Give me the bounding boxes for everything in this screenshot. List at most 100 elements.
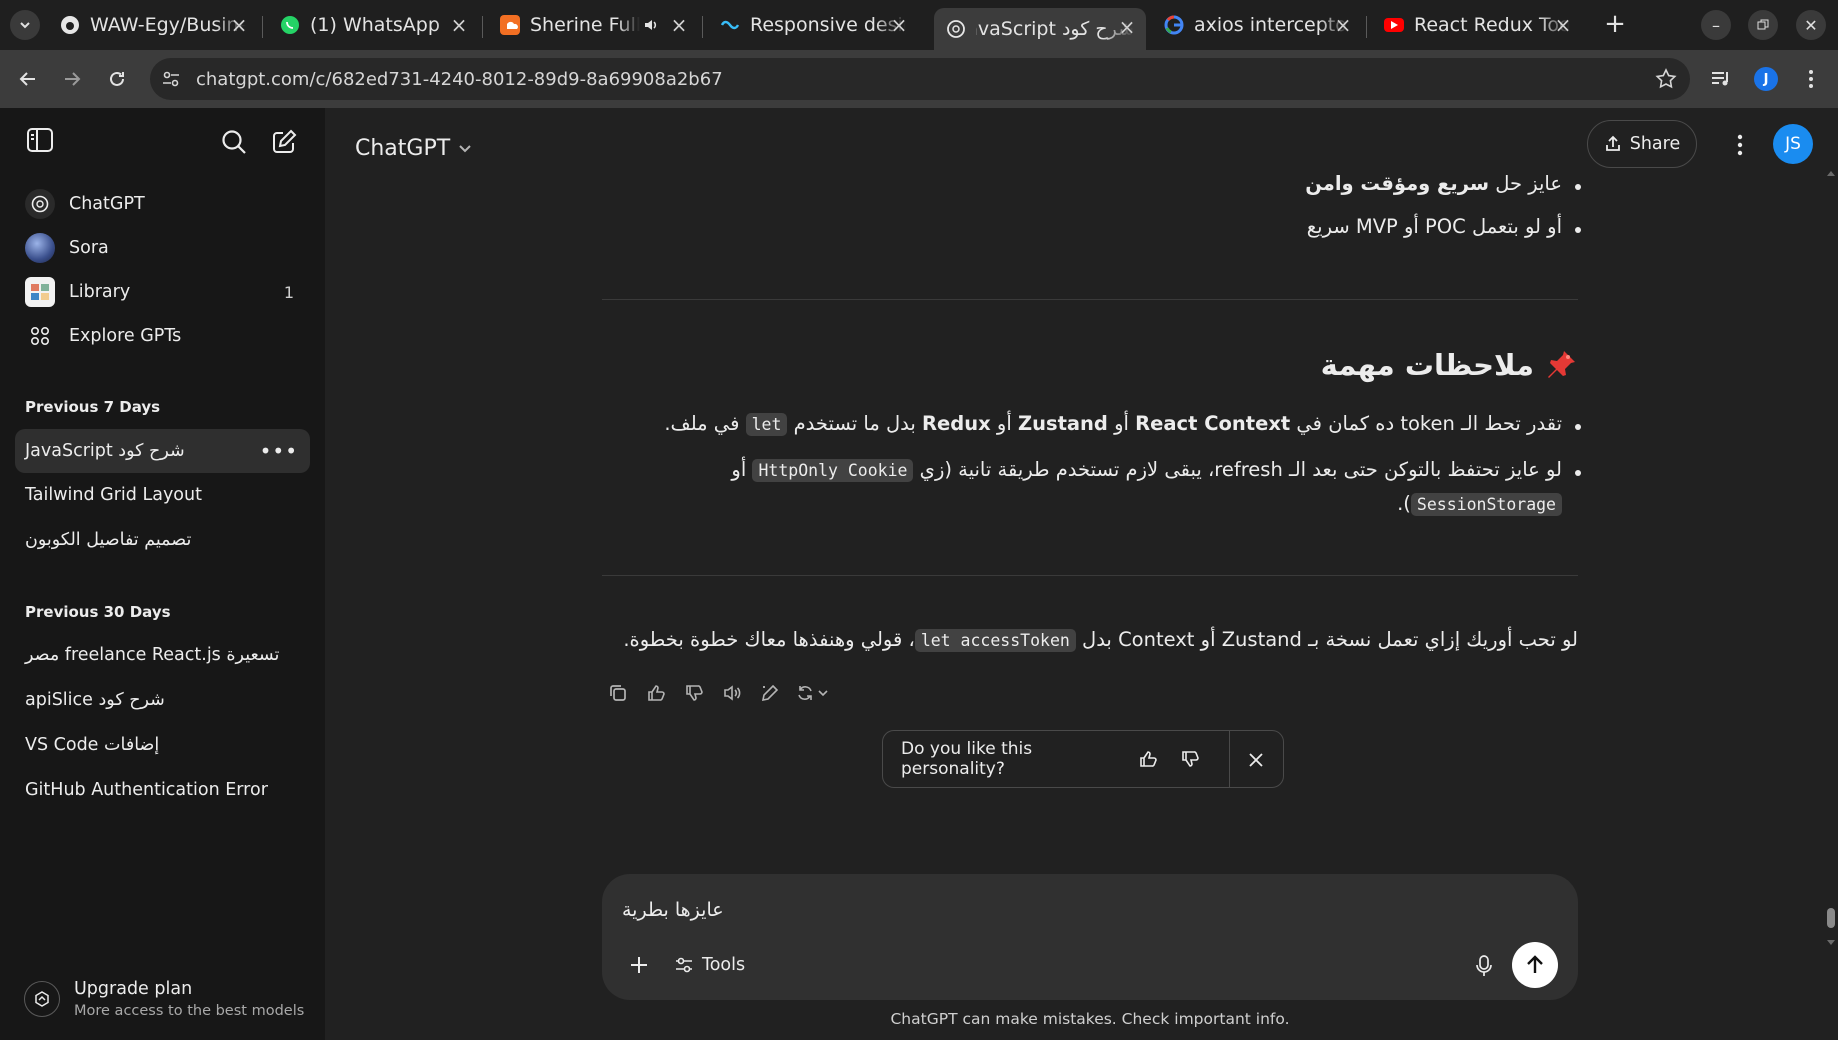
chat-history-item[interactable]: GitHub Authentication Error [15, 768, 310, 812]
toggle-sidebar-button[interactable] [24, 124, 56, 156]
chat-title: شرح كود JavaScript [25, 441, 185, 461]
thumbs-up-icon[interactable] [1133, 744, 1163, 774]
speaker-audio-icon[interactable] [642, 16, 660, 34]
message-bullet-1: عايز حل سريع ومؤقت وامن [1305, 172, 1562, 195]
inline-code: let accessToken [914, 629, 1076, 652]
forward-button[interactable] [57, 64, 87, 94]
add-attachment-button[interactable] [624, 950, 654, 980]
conversation-menu-button[interactable] [1725, 130, 1755, 160]
whatsapp-icon [280, 15, 300, 35]
message-composer: Tools [602, 874, 1578, 1000]
new-tab-button[interactable]: + [1598, 8, 1632, 42]
media-control-button[interactable] [1706, 64, 1736, 94]
back-button[interactable] [13, 64, 43, 94]
close-tab-icon[interactable]: × [1554, 15, 1572, 35]
new-chat-button[interactable] [268, 126, 300, 158]
chat-history-item[interactable]: شرح كود apiSlice [15, 678, 310, 722]
note-2-line-1: لو عايز تحتفظ بالتوكن حتى بعد الـ refres… [731, 458, 1562, 482]
reload-button[interactable] [102, 64, 132, 94]
section-heading: ملاحظات مهمة [1321, 348, 1578, 382]
soundcloud-icon [500, 15, 520, 35]
upgrade-icon [24, 981, 60, 1017]
upgrade-subtitle: More access to the best models [74, 1003, 305, 1019]
browser-tab[interactable]: WAW-Egy/Business × [48, 6, 258, 44]
chat-history-item[interactable]: تصميم تفاصيل الكوبون [15, 518, 310, 562]
sidebar-item-label: Library [69, 282, 131, 302]
chat-title: تصميم تفاصيل الكوبون [25, 530, 192, 550]
inline-code: let [745, 413, 788, 436]
send-button[interactable] [1512, 942, 1558, 988]
close-icon[interactable] [1241, 745, 1271, 775]
tab-separator [1366, 16, 1367, 38]
close-tab-icon[interactable]: × [890, 15, 908, 35]
sidebar-item-explore-gpts[interactable]: Explore GPTs [12, 314, 310, 358]
bullet-point [1575, 424, 1581, 430]
tab-title: (1) WhatsApp [310, 14, 440, 36]
tab-title: React Redux Toolkit [1414, 14, 1570, 36]
chat-history-item[interactable]: تسعيرة freelance React.js مصر [15, 633, 310, 677]
divider [602, 575, 1578, 576]
user-avatar[interactable]: JS [1773, 124, 1813, 164]
microphone-icon[interactable] [1470, 952, 1498, 980]
browser-tab[interactable]: React Redux Toolkit × [1372, 6, 1582, 44]
google-icon [1164, 15, 1184, 35]
tools-button[interactable]: Tools [674, 950, 745, 980]
close-tab-icon[interactable]: × [450, 15, 468, 35]
close-tab-icon[interactable]: × [670, 15, 688, 35]
close-tab-icon[interactable]: × [230, 15, 248, 35]
copy-icon[interactable] [602, 678, 634, 708]
search-chats-button[interactable] [218, 126, 250, 158]
search-icon [222, 130, 246, 154]
model-selector[interactable]: ChatGPT [355, 130, 472, 166]
read-aloud-icon[interactable] [716, 678, 748, 708]
close-tab-icon[interactable]: × [1118, 17, 1136, 37]
upgrade-title: Upgrade plan [74, 979, 193, 999]
sidebar-item-sora[interactable]: Sora [12, 226, 310, 270]
thumbs-up-icon[interactable] [640, 678, 672, 708]
chat-history-item[interactable]: Tailwind Grid Layout [15, 473, 310, 517]
thumbs-down-icon[interactable] [678, 678, 710, 708]
profile-button[interactable]: J [1751, 64, 1781, 94]
upgrade-plan-button[interactable]: Upgrade plan More access to the best mod… [12, 968, 310, 1030]
note-1: تقدر تحط الـ token ده كمان في React Cont… [664, 412, 1562, 436]
tab-title: Responsive design [750, 14, 906, 36]
bullet-point [1575, 470, 1581, 476]
chat-history-item[interactable]: شرح كود JavaScript ••• [15, 429, 310, 473]
bookmark-star-icon[interactable] [1654, 67, 1678, 91]
browser-tab[interactable]: axios interceptors × [1152, 6, 1362, 44]
arrow-right-icon [65, 72, 81, 86]
restore-window-button[interactable] [1748, 10, 1778, 40]
sidebar-item-library[interactable]: Library 1 [12, 270, 310, 314]
chat-title: شرح كود apiSlice [25, 690, 165, 710]
minimize-window-button[interactable]: – [1701, 10, 1731, 40]
model-name: ChatGPT [355, 135, 451, 161]
browser-tab-bar: WAW-Egy/Business × (1) WhatsApp × Sherin… [0, 0, 1838, 50]
personality-feedback-card: Do you like this personality? [882, 730, 1284, 788]
tab-search-button[interactable] [10, 10, 40, 40]
sidebar-item-chatgpt[interactable]: ChatGPT [12, 182, 310, 226]
close-window-button[interactable]: ✕ [1796, 10, 1826, 40]
browser-menu-button[interactable] [1796, 64, 1826, 94]
browser-tab-active[interactable]: شرح كود JavaScript × [934, 8, 1146, 50]
browser-tab[interactable]: (1) WhatsApp × [268, 6, 478, 44]
arrow-up-icon [1527, 955, 1543, 973]
inline-code: SessionStorage [1410, 493, 1562, 516]
share-button[interactable]: Share [1587, 120, 1697, 168]
sidebar-item-label: Sora [69, 238, 109, 258]
regenerate-icon[interactable] [792, 678, 836, 708]
scrollbar[interactable] [1824, 156, 1838, 986]
feedback-question: Do you like this personality? [901, 739, 1033, 779]
chat-options-icon[interactable]: ••• [260, 439, 298, 463]
browser-tab[interactable]: Sherine Full Album × [488, 6, 698, 44]
new-chat-pencil-icon [273, 129, 297, 153]
chat-history-item[interactable]: إضافات VS Code [15, 723, 310, 767]
edit-canvas-icon[interactable] [754, 678, 786, 708]
address-bar[interactable]: chatgpt.com/c/682ed731-4240-8012-89d9-8a… [150, 58, 1690, 100]
browser-tab[interactable]: Responsive design × [708, 6, 918, 44]
site-settings-icon[interactable] [160, 68, 182, 90]
chat-title: GitHub Authentication Error [25, 780, 268, 800]
close-tab-icon[interactable]: × [1334, 15, 1352, 35]
message-input[interactable] [622, 896, 1548, 924]
tailwind-icon [720, 15, 740, 35]
thumbs-down-icon[interactable] [1175, 744, 1205, 774]
